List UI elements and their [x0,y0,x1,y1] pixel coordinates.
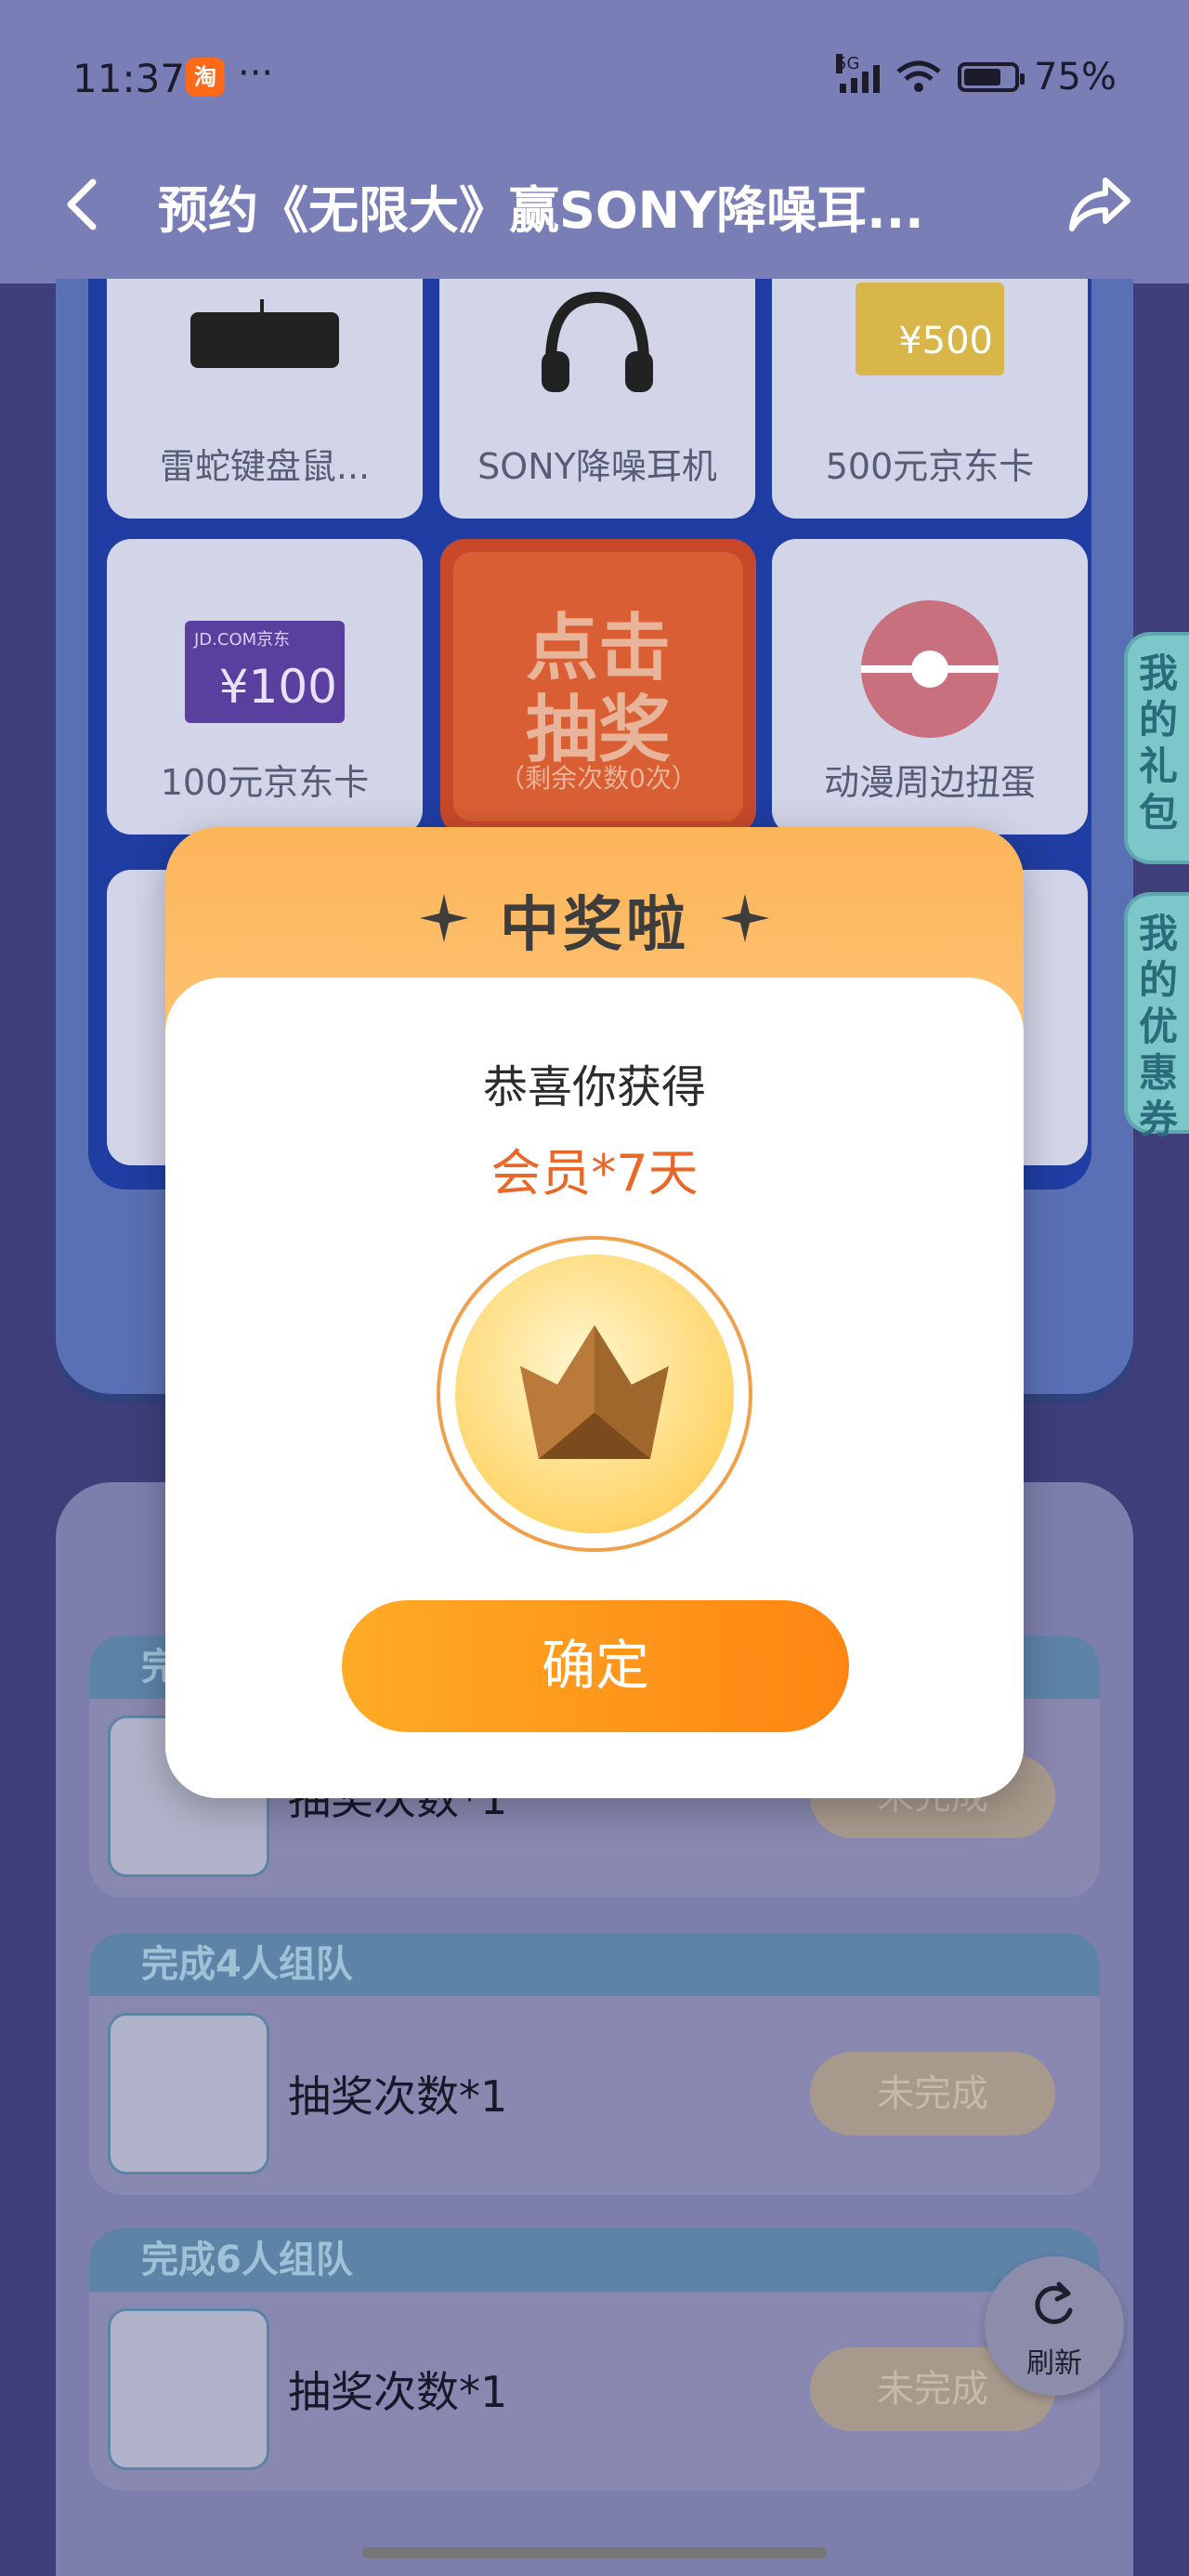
prize-label: 500元京东卡 [825,446,1035,487]
congrats-text: 恭喜你获得 [482,1061,706,1113]
membership-badge [437,1236,752,1552]
home-indicator[interactable] [362,2547,827,2558]
sparkle-icon [721,894,769,942]
prize-modal: 中奖啦 恭喜你获得 会员*7天 确定 [165,827,1024,1798]
gift-card-icon: ¥500 [856,283,1004,375]
refresh-button[interactable]: 刷新 [985,2256,1124,2396]
prize-cell: JD.COM京东 ¥100 100元京东卡 [107,539,423,835]
task-title: 完成4人组队 [89,1933,1100,1996]
cellular-signal-icon: 5G [836,54,881,93]
prize-cell: SONY降噪耳机 [439,279,755,519]
task-title: 完成6人组队 [89,2228,1100,2292]
prize-cell: ¥500 500元京东卡 [772,279,1088,519]
back-button[interactable] [56,167,111,242]
prize-label: 100元京东卡 [160,762,370,803]
refresh-label: 刷新 [1026,2347,1082,2380]
task-avatar [108,2308,269,2470]
network-type: 5G [836,54,860,73]
task-card: 完成6人组队 抽奖次数*1 未完成 [89,2228,1100,2491]
my-gift-tab[interactable]: 我的礼包 [1124,632,1189,864]
task-status-button[interactable]: 未完成 [810,2052,1055,2136]
status-bar: 11:37 淘 ··· 5G 75% [0,0,1189,158]
prize-label: 雷蛇键盘鼠... [159,446,371,487]
card-brand: JD.COM京东 [194,630,291,650]
card-value: ¥100 [218,660,337,714]
gift-card-icon: JD.COM京东 ¥100 [185,621,345,723]
more-notifications-icon: ··· [238,52,274,95]
wifi-icon [896,60,941,92]
battery-icon [958,62,1026,92]
my-coupon-tab[interactable]: 我的优惠券 [1124,892,1189,1142]
status-indicators: 5G 75% [836,54,1117,99]
prize-cell: 动漫周边扭蛋 [772,539,1088,835]
headphones-icon [542,291,653,392]
draw-button[interactable]: 点击 抽奖 （剩余次数0次） [440,539,756,835]
prize-label: 动漫周边扭蛋 [823,762,1036,803]
draw-remaining: （剩余次数0次） [499,763,698,794]
capsule-toy-icon [861,600,999,738]
keyboard-icon [190,299,339,368]
prize-label: SONY降噪耳机 [477,446,717,487]
battery-percent: 75% [1034,56,1117,99]
task-card: 完成4人组队 抽奖次数*1 未完成 [89,1933,1100,2195]
taobao-app-icon: 淘 [186,58,225,97]
task-reward: 抽奖次数*1 [288,2367,508,2417]
page-title: 预约《无限大》赢SONY降噪耳... [158,181,924,240]
reward-text: 会员*7天 [490,1144,699,1203]
prize-cell: 雷蛇键盘鼠... [107,279,423,519]
crown-icon [520,1325,669,1459]
draw-label: 点击 抽奖 [525,607,671,772]
status-time: 11:37 [72,56,186,101]
task-avatar [108,2013,269,2175]
share-button[interactable] [1063,167,1137,242]
confirm-button[interactable]: 确定 [342,1600,849,1732]
refresh-icon [1035,2281,1073,2324]
task-reward: 抽奖次数*1 [288,2071,508,2122]
modal-title: 中奖啦 [500,891,689,960]
